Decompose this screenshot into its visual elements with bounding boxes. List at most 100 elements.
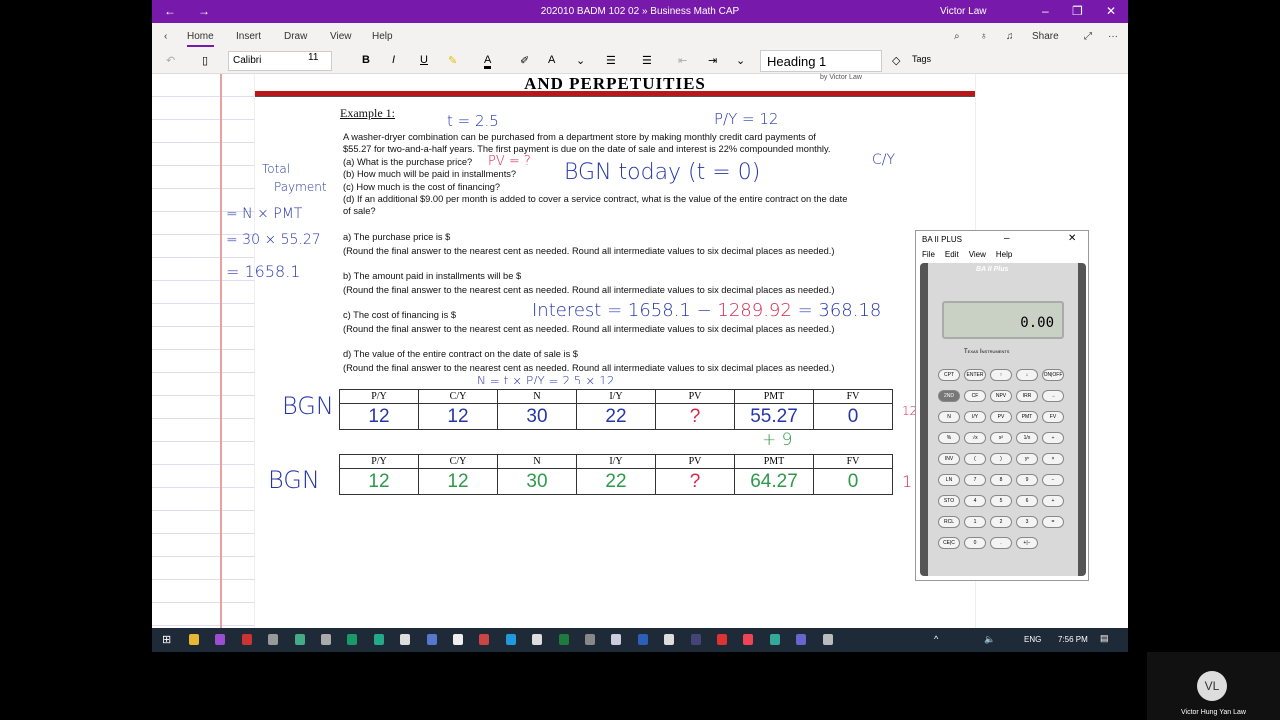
highlight-icon[interactable]: ✎	[448, 54, 457, 67]
bell-icon[interactable]: ♫	[1006, 31, 1014, 42]
calc-close-button[interactable]: ✕	[1068, 233, 1076, 244]
style-dropdown[interactable]: Heading 1	[760, 50, 882, 72]
calc-key[interactable]: .	[990, 537, 1012, 549]
calc-key[interactable]: CE|C	[938, 537, 960, 549]
chevron-down-icon[interactable]: ⌄	[736, 54, 745, 67]
maximize-button[interactable]: ❐	[1072, 4, 1083, 18]
clear-format-icon[interactable]: A	[548, 54, 555, 66]
tab-view[interactable]: View	[330, 31, 352, 42]
calc-key[interactable]: 1/x	[1016, 432, 1038, 444]
calc-key[interactable]: FV	[1042, 411, 1064, 423]
calc-key[interactable]: 2ND	[938, 390, 960, 402]
volume-icon[interactable]: 🔈	[984, 634, 995, 645]
clipboard-icon[interactable]: ▯	[202, 54, 208, 67]
start-icon[interactable]: ⊞	[162, 633, 171, 646]
calc-key[interactable]: I/Y	[964, 411, 986, 423]
italic-button[interactable]: I	[392, 54, 395, 66]
font-size-input[interactable]: 11	[308, 52, 318, 63]
calc-key[interactable]: 5	[990, 495, 1012, 507]
taskbar-app-icon[interactable]	[585, 634, 595, 645]
calc-key[interactable]: →	[1042, 390, 1064, 402]
tab-draw[interactable]: Draw	[284, 31, 307, 42]
calc-key[interactable]: √x	[964, 432, 986, 444]
taskbar-app-icon[interactable]	[637, 634, 648, 645]
clock[interactable]: 7:56 PM	[1058, 635, 1088, 644]
calc-key[interactable]: ↑	[990, 369, 1012, 381]
taskbar-app-icon[interactable]	[532, 634, 543, 645]
taskbar-app-icon[interactable]	[453, 634, 463, 645]
calc-key[interactable]: %	[938, 432, 960, 444]
calc-key[interactable]: +|−	[1016, 537, 1038, 549]
calc-key[interactable]: =	[1042, 516, 1064, 528]
calc-key[interactable]: ↓	[1016, 369, 1038, 381]
taskbar-app-icon[interactable]	[268, 634, 279, 645]
taskbar-app-icon[interactable]	[400, 634, 411, 645]
lightbulb-icon[interactable]: ♁	[980, 31, 988, 42]
user-name[interactable]: Victor Law	[940, 6, 987, 17]
taskbar-app-icon[interactable]	[189, 634, 199, 645]
format-painter-icon[interactable]: ✐	[520, 54, 529, 67]
expand-icon[interactable]: ⤢	[1084, 31, 1092, 42]
calc-key[interactable]: PV	[990, 411, 1012, 423]
calc-key[interactable]: −	[1042, 474, 1064, 486]
calc-key[interactable]: +	[1042, 495, 1064, 507]
taskbar-app-icon[interactable]	[611, 634, 622, 645]
indent-icon[interactable]: ⇥	[708, 54, 717, 67]
calc-key[interactable]: IRR	[1016, 390, 1038, 402]
taskbar-app-icon[interactable]	[505, 634, 516, 645]
outdent-icon[interactable]: ⇤	[678, 54, 687, 67]
menu-edit[interactable]: Edit	[945, 250, 959, 259]
calc-key[interactable]: x²	[990, 432, 1012, 444]
taskbar-app-icon[interactable]	[769, 634, 780, 645]
bullet-list-icon[interactable]: ☰	[606, 54, 616, 67]
calc-key[interactable]: yˣ	[1016, 453, 1038, 465]
calc-key[interactable]: CF	[964, 390, 986, 402]
calc-key[interactable]: 8	[990, 474, 1012, 486]
calc-key[interactable]: 4	[964, 495, 986, 507]
bold-button[interactable]: B	[362, 54, 370, 66]
taskbar-app-icon[interactable]	[822, 634, 833, 645]
taskbar-app-icon[interactable]	[241, 634, 252, 645]
calc-key[interactable]: 0	[964, 537, 986, 549]
menu-view[interactable]: View	[969, 250, 986, 259]
calc-key[interactable]: ×	[1042, 453, 1064, 465]
tab-home[interactable]: Home	[187, 31, 214, 47]
search-icon[interactable]: ⌕	[954, 31, 960, 42]
taskbar-app-icon[interactable]	[717, 634, 727, 645]
taskbar-app-icon[interactable]	[479, 634, 490, 645]
taskbar-app-icon[interactable]	[373, 634, 384, 645]
menu-file[interactable]: File	[922, 250, 935, 259]
tags-button[interactable]: Tags	[912, 54, 931, 64]
calc-key[interactable]: ON|OFF	[1042, 369, 1064, 381]
taskbar-app-icon[interactable]	[664, 634, 675, 645]
chevron-down-icon[interactable]: ⌄	[576, 54, 585, 67]
tab-help[interactable]: Help	[372, 31, 393, 42]
calc-key[interactable]: ÷	[1042, 432, 1064, 444]
font-color-button[interactable]: A	[484, 54, 492, 69]
calc-key[interactable]: LN	[938, 474, 960, 486]
share-button[interactable]: Share	[1032, 31, 1059, 42]
taskbar-app-icon[interactable]	[558, 634, 569, 645]
collapse-icon[interactable]: ‹	[164, 31, 167, 42]
calc-key[interactable]: NPV	[990, 390, 1012, 402]
calc-key[interactable]: PMT	[1016, 411, 1038, 423]
close-button[interactable]: ✕	[1106, 4, 1116, 18]
minimize-button[interactable]: –	[1042, 4, 1049, 18]
taskbar-app-icon[interactable]	[743, 634, 754, 645]
taskbar-app-icon[interactable]	[347, 634, 358, 645]
tray-chevron-icon[interactable]: ^	[934, 634, 938, 644]
calc-key[interactable]: RCL	[938, 516, 960, 528]
calc-key[interactable]: CPT	[938, 369, 960, 381]
tab-insert[interactable]: Insert	[236, 31, 261, 42]
calc-key[interactable]: 2	[990, 516, 1012, 528]
notifications-icon[interactable]: ▤	[1100, 633, 1109, 644]
calc-key[interactable]: INV	[938, 453, 960, 465]
taskbar-app-icon[interactable]	[690, 634, 701, 645]
calc-key[interactable]: 6	[1016, 495, 1038, 507]
taskbar-app-icon[interactable]	[426, 634, 437, 645]
taskbar-app-icon[interactable]	[215, 634, 226, 645]
taskbar-app-icon[interactable]	[796, 634, 807, 645]
calc-minimize-button[interactable]: –	[1004, 233, 1010, 244]
language-indicator[interactable]: ENG	[1024, 635, 1041, 644]
calc-key[interactable]: ENTER	[964, 369, 986, 381]
